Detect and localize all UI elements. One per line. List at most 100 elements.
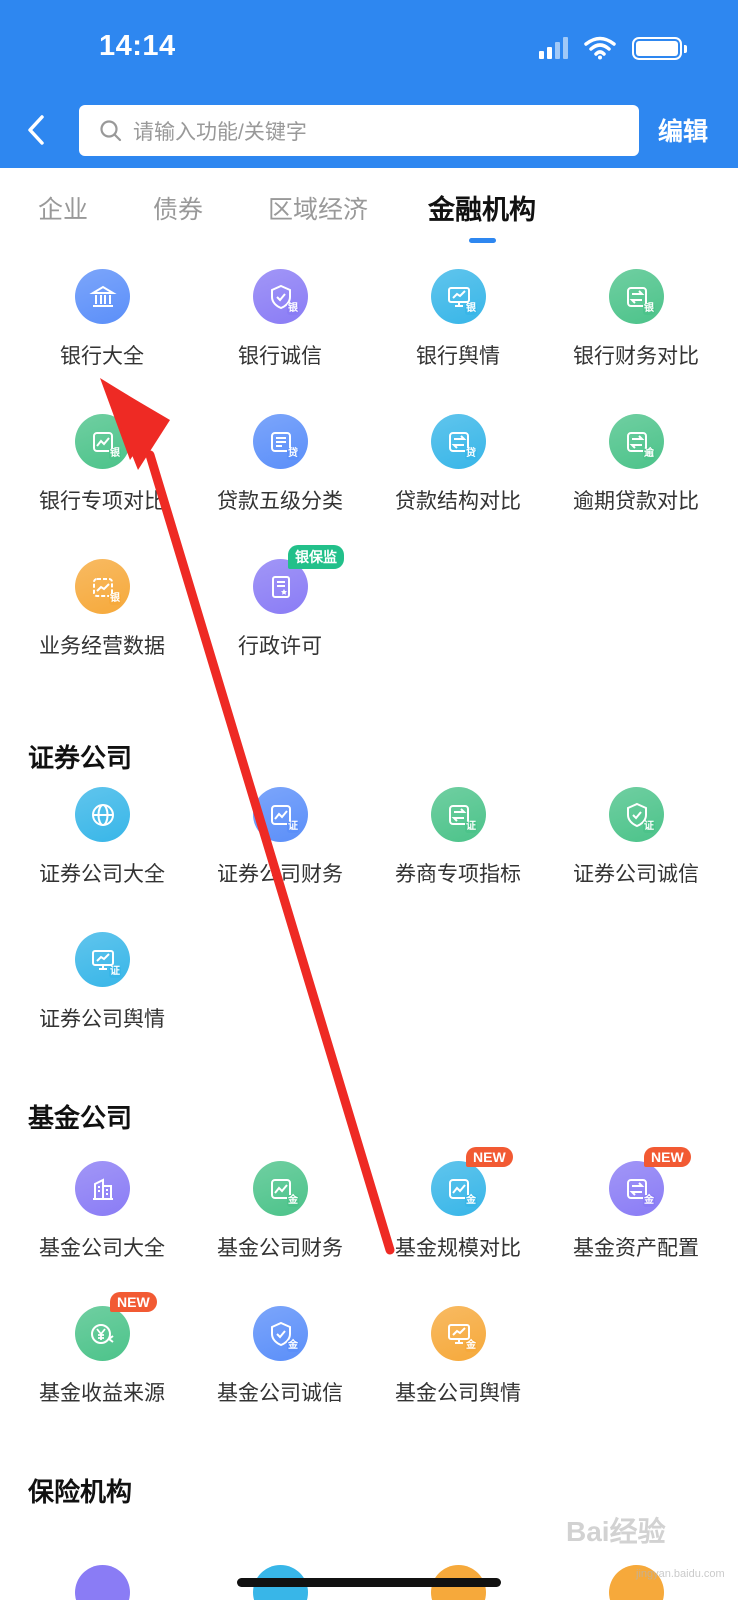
- securities-item-label: 证券公司舆情: [39, 1008, 165, 1031]
- home-indicator: [237, 1578, 501, 1587]
- chart-screen-icon: 金: [431, 1306, 486, 1361]
- regulator-badge: 银保监: [288, 545, 344, 569]
- securities-item[interactable]: 证证券公司舆情: [13, 932, 191, 1052]
- building-icon: [75, 1161, 130, 1216]
- icon-subscript: 银: [109, 448, 121, 460]
- status-icons: [539, 36, 687, 60]
- securities-item[interactable]: 证证券公司诚信: [547, 787, 725, 907]
- fund-item-label: 基金公司舆情: [395, 1382, 521, 1405]
- bank-item-label: 银行专项对比: [39, 490, 165, 513]
- bank-item[interactable]: 贷贷款五级分类: [191, 414, 369, 534]
- exchange-icon: 贷: [431, 414, 486, 469]
- trend-icon: 银: [75, 414, 130, 469]
- active-tab-indicator: [469, 238, 496, 243]
- tab-bonds[interactable]: 债券: [153, 190, 203, 226]
- bank-item-label: 贷款五级分类: [217, 490, 343, 513]
- new-badge: NEW: [110, 1292, 157, 1312]
- fund-item-label: 基金收益来源: [39, 1382, 165, 1405]
- list-icon: 贷: [253, 414, 308, 469]
- icon-subscript: 银: [465, 303, 477, 315]
- fund-item[interactable]: NEW 基金收益来源: [13, 1292, 191, 1426]
- bank-item[interactable]: 银银行诚信: [191, 269, 369, 389]
- icon-subscript: 金: [287, 1195, 299, 1207]
- securities-item-label: 证券公司财务: [217, 863, 343, 886]
- securities-item[interactable]: 证证券公司财务: [191, 787, 369, 907]
- insurance-item-icon[interactable]: [75, 1565, 130, 1600]
- fund-item[interactable]: 金 NEW 基金资产配置: [547, 1147, 725, 1281]
- icon-subscript: 证: [287, 821, 299, 833]
- header-bar: 14:14 请输入功能/关键字 编辑: [0, 0, 738, 168]
- fund-item[interactable]: 金 NEW 基金规模对比: [369, 1147, 547, 1281]
- icon-subscript: 金: [465, 1195, 477, 1207]
- securities-item[interactable]: 证券公司大全: [13, 787, 191, 907]
- trend-icon: 金: [431, 1161, 486, 1216]
- icon-subscript: 金: [465, 1340, 477, 1352]
- icon-subscript: 金: [287, 1340, 299, 1352]
- bank-item[interactable]: 逾逾期贷款对比: [547, 414, 725, 534]
- search-placeholder: 请输入功能/关键字: [133, 120, 307, 144]
- fund-item[interactable]: 金基金公司舆情: [369, 1306, 547, 1426]
- watermark-url: jingyan.baidu.com: [636, 1568, 725, 1580]
- bank-item[interactable]: 银银行舆情: [369, 269, 547, 389]
- icon-subscript: 金: [643, 1195, 655, 1207]
- battery-icon: [632, 36, 687, 60]
- bank-item-label: 银行诚信: [238, 345, 322, 368]
- bank-item[interactable]: 银银行财务对比: [547, 269, 725, 389]
- securities-item-label: 证券公司诚信: [573, 863, 699, 886]
- search-input[interactable]: 请输入功能/关键字: [79, 105, 639, 156]
- securities-item[interactable]: 证券商专项指标: [369, 787, 547, 907]
- category-tabs: 企业 债券 区域经济 金融机构: [0, 168, 738, 244]
- bank-item-label: 逾期贷款对比: [573, 490, 699, 513]
- bank-icon: [75, 269, 130, 324]
- exchange-icon: 证: [431, 787, 486, 842]
- bank-item-label: 银行财务对比: [573, 345, 699, 368]
- fund-item-label: 基金规模对比: [395, 1237, 521, 1260]
- bank-item-label: 银行大全: [60, 345, 144, 368]
- bank-item-label: 银行舆情: [416, 345, 500, 368]
- fund-item-label: 基金公司财务: [217, 1237, 343, 1260]
- tab-regional-economy[interactable]: 区域经济: [268, 190, 368, 226]
- tab-financial-institutions[interactable]: 金融机构: [428, 188, 536, 227]
- icon-subscript: 逾: [643, 448, 655, 460]
- bank-item[interactable]: 银业务经营数据: [13, 559, 191, 679]
- exchange-icon: 金: [609, 1161, 664, 1216]
- trend-icon: 证: [253, 787, 308, 842]
- icon-subscript: 证: [109, 966, 121, 978]
- bank-item[interactable]: 银保监行政许可: [191, 545, 369, 679]
- icon-subscript: 贷: [465, 448, 477, 460]
- bank-item[interactable]: 银行大全: [13, 269, 191, 389]
- icon-subscript: 银: [109, 593, 121, 605]
- icon-subscript: 银: [643, 303, 655, 315]
- fund-item[interactable]: 基金公司大全: [13, 1161, 191, 1281]
- bank-item-label: 行政许可: [238, 635, 322, 658]
- wifi-icon: [584, 36, 616, 60]
- fund-item[interactable]: 金基金公司财务: [191, 1161, 369, 1281]
- exchange-icon: 银: [609, 269, 664, 324]
- icon-subscript: 银: [287, 303, 299, 315]
- shield-check-icon: 银: [253, 269, 308, 324]
- signal-icon: [539, 37, 568, 59]
- shield-check-icon: 证: [609, 787, 664, 842]
- icon-subscript: 证: [643, 821, 655, 833]
- status-time: 14:14: [99, 30, 176, 62]
- back-button[interactable]: [18, 108, 54, 152]
- section-title-fund: 基金公司: [28, 1103, 133, 1133]
- bank-item[interactable]: 银银行专项对比: [13, 414, 191, 534]
- trend-icon: 金: [253, 1161, 308, 1216]
- tab-enterprise[interactable]: 企业: [38, 190, 88, 226]
- exchange-icon: 逾: [609, 414, 664, 469]
- shield-check-icon: 金: [253, 1306, 308, 1361]
- fund-item[interactable]: 金基金公司诚信: [191, 1306, 369, 1426]
- edit-button[interactable]: 编辑: [658, 112, 708, 148]
- watermark: Bai经验: [566, 1516, 666, 1547]
- yuan-icon: [75, 1306, 130, 1361]
- bank-item[interactable]: 贷贷款结构对比: [369, 414, 547, 534]
- section-title-insurance: 保险机构: [28, 1477, 133, 1507]
- securities-item-label: 券商专项指标: [395, 863, 521, 886]
- new-badge: NEW: [644, 1147, 691, 1167]
- section-title-securities: 证券公司: [28, 743, 133, 773]
- fund-item-label: 基金资产配置: [573, 1237, 699, 1260]
- icon-subscript: 证: [465, 821, 477, 833]
- search-icon: [100, 119, 122, 141]
- globe-icon: [75, 787, 130, 842]
